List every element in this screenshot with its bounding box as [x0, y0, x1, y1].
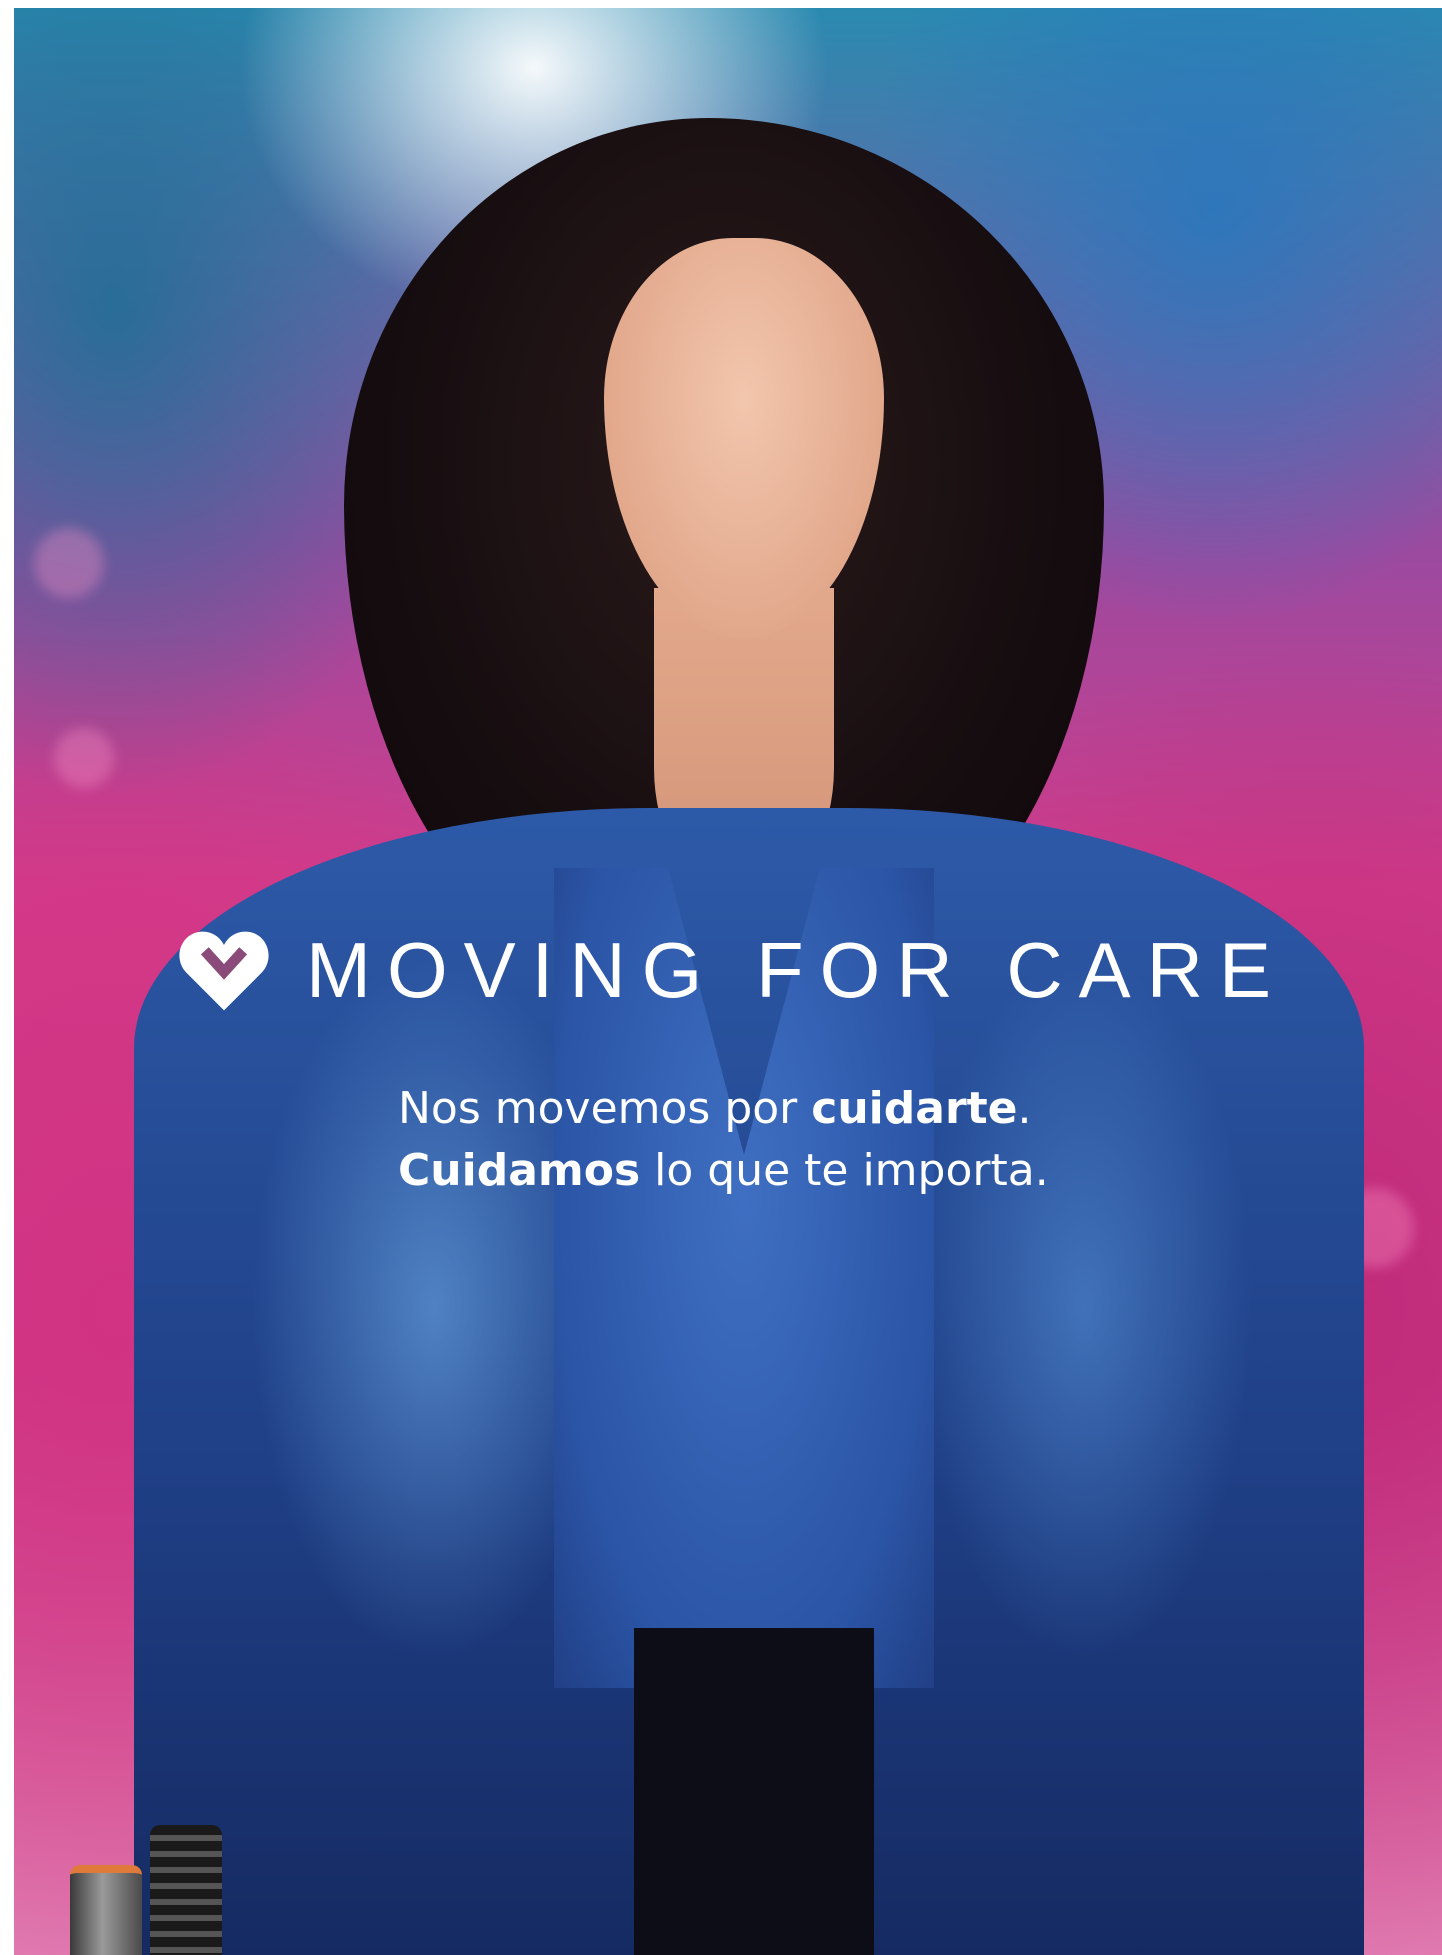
tagline-line-2: Cuidamos lo que te importa. — [398, 1145, 1049, 1196]
bokeh-light — [34, 528, 104, 598]
heart-icon — [179, 931, 269, 1011]
dental-implant-icon — [70, 1865, 142, 1955]
tagline: Nos movemos por cuidarte. Cuidamos lo qu… — [398, 1078, 1049, 1202]
dental-implant-screw-icon — [150, 1825, 222, 1955]
brand-logo: MOVING FOR CARE — [176, 922, 1287, 1018]
brand-name: MOVING FOR CARE — [306, 926, 1288, 1014]
model-pants — [634, 1628, 874, 1955]
tagline-line-1: Nos movemos por cuidarte. — [398, 1083, 1032, 1134]
bokeh-light — [54, 728, 114, 788]
